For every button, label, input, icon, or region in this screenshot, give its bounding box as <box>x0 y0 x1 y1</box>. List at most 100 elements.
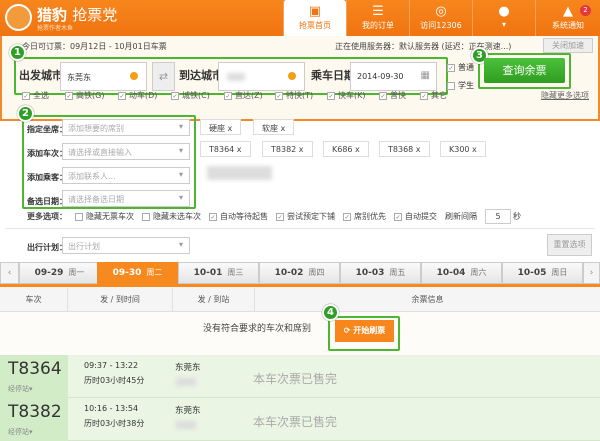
date-tab[interactable]: 10-02 周四 <box>259 262 340 284</box>
date-tab[interactable]: 10-05 周日 <box>502 262 583 284</box>
user-dropdown: ▾ <box>501 20 506 29</box>
date-tab[interactable]: 10-01 周三 <box>178 262 259 284</box>
blurred-city <box>227 73 245 81</box>
depart-station: 东莞东 <box>175 363 201 373</box>
col-time: 发 / 到时间 <box>68 288 173 312</box>
nav-user[interactable]: ● ▾ <box>472 0 535 36</box>
train-tag[interactable]: T8382 x <box>262 141 313 157</box>
globe-icon: ◎ <box>435 4 447 19</box>
date-tab[interactable]: 10-03 周五 <box>340 262 421 284</box>
filter-label: 其它 <box>431 91 447 100</box>
refresh-icon: ⟳ <box>343 326 354 335</box>
order-icon: ☰ <box>372 4 384 19</box>
passenger-select[interactable]: 添加联系人... <box>62 167 190 184</box>
filter-d[interactable]: ✓ 动车(D) <box>118 90 157 101</box>
table-row[interactable]: T8364 经停站▾ 09:37 - 13:22 历时03小时45分 东莞东 本车… <box>0 355 600 398</box>
date-label: 乘车日期 <box>311 69 355 82</box>
next-date-arrow[interactable]: › <box>583 262 600 284</box>
user-icon: ● <box>498 4 510 19</box>
from-label: 出发城市 <box>19 69 63 82</box>
train-tag[interactable]: T8364 x <box>200 141 251 157</box>
bus-icon: ▣ <box>308 4 322 19</box>
seat-tag[interactable]: 软座 x <box>253 119 295 135</box>
nav-orders[interactable]: ☰ 我的订单 <box>346 0 409 36</box>
start-refresh-button[interactable]: ⟳ 开始刷票 <box>335 320 394 342</box>
filter-label: 全选 <box>33 91 49 100</box>
filter-other[interactable]: ✓ 其它 <box>420 90 447 101</box>
query-tickets-button[interactable]: 查询余票 <box>484 58 565 83</box>
arrive-station-blurred <box>176 421 196 429</box>
table-row[interactable]: T8382 经停站▾ 10:16 - 13:54 历时03小时38分 东莞东 本车… <box>0 398 600 441</box>
opt-lower-berth[interactable]: ✓ 尝试预定下铺 <box>276 211 335 222</box>
train-tag[interactable]: K686 x <box>323 141 369 157</box>
filter-label: 城铁(C) <box>182 91 210 100</box>
stops-dropdown[interactable]: 经停站▾ <box>8 427 33 437</box>
date-tab[interactable]: 10-04 周六 <box>421 262 502 284</box>
seat-select[interactable]: 添加想要的席别 <box>62 119 190 136</box>
filter-all[interactable]: ✓ 全选 <box>22 90 49 101</box>
date-input[interactable]: 2014-09-30 ▦ <box>350 62 437 91</box>
swap-cities-button[interactable]: ⇄ <box>152 62 175 91</box>
opt-hide-unselected[interactable]: 隐藏未选车次 <box>142 211 201 222</box>
train-cell: T8364 经停站▾ <box>0 355 68 398</box>
filter-k[interactable]: ✓ 快车(K) <box>327 90 366 101</box>
app-title: 猎豹 抢票党 <box>37 6 118 24</box>
date-tab-active[interactable]: 09-30 周二 <box>97 262 178 284</box>
from-city-input[interactable]: 东莞东 <box>60 62 147 91</box>
refresh-label: 刷新间隔 <box>445 212 477 221</box>
nav-label: 访问12306 <box>420 21 462 30</box>
stops-dropdown[interactable]: 经停站▾ <box>8 384 33 394</box>
filter-label: 高铁(G) <box>76 91 105 100</box>
opt-seat-priority[interactable]: ✓ 席别优先 <box>343 211 386 222</box>
train-select[interactable]: 请选择或直接输入 <box>62 143 190 160</box>
normal-checkbox[interactable]: ✓ 普通 <box>447 62 474 73</box>
plan-select[interactable]: 出行计划 <box>62 237 190 254</box>
opt-auto-wait[interactable]: ✓ 自动等待起售 <box>209 211 268 222</box>
close-accel-button[interactable]: 关闭加速 <box>543 38 593 53</box>
nav-label: 我的订单 <box>362 21 394 30</box>
logo-icon <box>5 4 32 31</box>
col-tickets: 余票信息 <box>411 295 444 304</box>
callout-badge-2: 2 <box>17 105 34 122</box>
filter-label: 动车(D) <box>129 91 158 100</box>
passenger-label: 添加乘客： <box>27 173 67 182</box>
filter-c[interactable]: ✓ 城铁(C) <box>171 90 210 101</box>
hide-more-link[interactable]: 隐藏更多选项 <box>541 90 589 101</box>
alt-date-select[interactable]: 请选择备选日期 <box>62 190 190 207</box>
opt-auto-submit[interactable]: ✓ 自动提交 <box>394 211 437 222</box>
to-city-input[interactable] <box>218 62 305 91</box>
start-label: 开始刷票 <box>353 326 386 335</box>
filter-g[interactable]: ✓ 高铁(G) <box>65 90 104 101</box>
prev-date-arrow[interactable]: ‹ <box>0 262 19 284</box>
callout-badge-1: 1 <box>9 44 26 61</box>
passenger-tag-blurred[interactable] <box>207 166 272 180</box>
nav-label: 系统通知 <box>552 21 584 30</box>
opt-hide-no-ticket[interactable]: 隐藏无票车次 <box>75 211 134 222</box>
train-tag[interactable]: T8368 x <box>379 141 430 157</box>
train-number: T8364 <box>8 359 62 379</box>
nav-home[interactable]: ▣ 抢票首页 <box>283 0 346 36</box>
filter-z[interactable]: ✓ 直达(Z) <box>224 90 263 101</box>
student-checkbox[interactable]: 学生 <box>447 80 474 91</box>
duration: 历时03小时45分 <box>84 376 145 385</box>
train-number: T8382 <box>8 402 62 422</box>
nav-notifications[interactable]: ▲ 系统通知 <box>535 0 600 36</box>
arrive-station-blurred <box>176 378 196 386</box>
train-tag[interactable]: K300 x <box>440 141 486 157</box>
seat-tag[interactable]: 硬座 x <box>200 119 242 135</box>
filter-label: 直达(Z) <box>235 91 263 100</box>
interval-stepper[interactable]: 5 <box>485 209 511 224</box>
to-label: 到达城市 <box>179 69 223 82</box>
more-label: 更多选项： <box>27 212 67 221</box>
location-pin-icon <box>130 72 138 80</box>
filter-t[interactable]: ✓ 特快(T) <box>275 90 313 101</box>
date-tab[interactable]: 09-29 周一 <box>19 262 100 284</box>
unit-label: 秒 <box>513 212 521 221</box>
nav-12306[interactable]: ◎ 访问12306 <box>409 0 472 36</box>
reset-options-button[interactable]: 重置选项 <box>547 234 592 256</box>
plan-label: 出行计划： <box>27 243 67 252</box>
app-subtitle: 抢票作者木鱼 <box>37 25 74 32</box>
filter-pk[interactable]: ✓ 普快 <box>379 90 406 101</box>
filter-label: 快车(K) <box>338 91 366 100</box>
filter-label: 特快(T) <box>286 91 314 100</box>
